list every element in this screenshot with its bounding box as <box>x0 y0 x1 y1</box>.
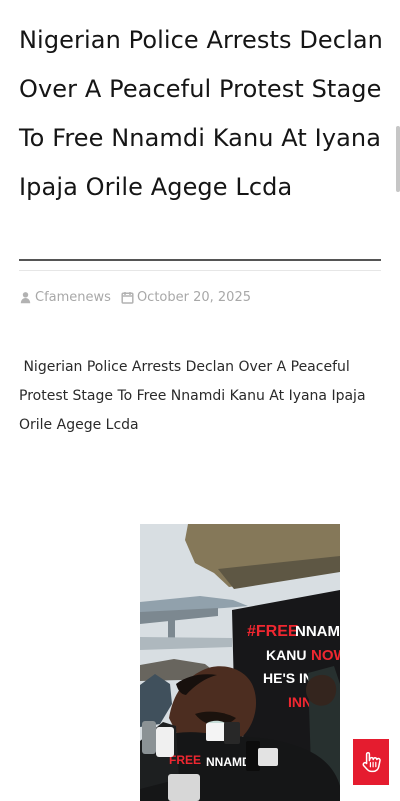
author-link[interactable]: Cfamenews <box>19 290 111 305</box>
meta-divider <box>19 270 381 271</box>
svg-text:HE'S IN: HE'S IN <box>263 670 313 686</box>
scrollbar-thumb[interactable] <box>396 126 400 192</box>
svg-text:#FREE: #FREE <box>247 623 299 640</box>
publish-date: October 20, 2025 <box>121 290 251 305</box>
publish-date-text: October 20, 2025 <box>136 289 251 305</box>
article-meta: Cfamenews October 20, 2025 <box>19 287 251 307</box>
floating-action-button[interactable] <box>353 739 389 785</box>
svg-text:NNAM: NNAM <box>295 623 340 640</box>
author-name: Cfamenews <box>35 289 111 305</box>
svg-text:KANU: KANU <box>266 647 306 663</box>
article-photo: #FREE NNAM KANU NOW HE'S IN INNOCE FREE … <box>140 524 340 801</box>
title-underline <box>19 259 381 261</box>
svg-text:FREE: FREE <box>169 753 201 767</box>
svg-text:NOW: NOW <box>311 647 340 664</box>
user-icon <box>19 291 32 304</box>
article-title: Nigerian Police Arrests Declan Over A Pe… <box>19 26 383 201</box>
calendar-icon <box>121 291 134 304</box>
hand-pointer-icon <box>362 751 381 773</box>
article: Nigerian Police Arrests Declan Over A Pe… <box>0 0 400 801</box>
article-body: Nigerian Police Arrests Declan Over A Pe… <box>19 359 366 433</box>
